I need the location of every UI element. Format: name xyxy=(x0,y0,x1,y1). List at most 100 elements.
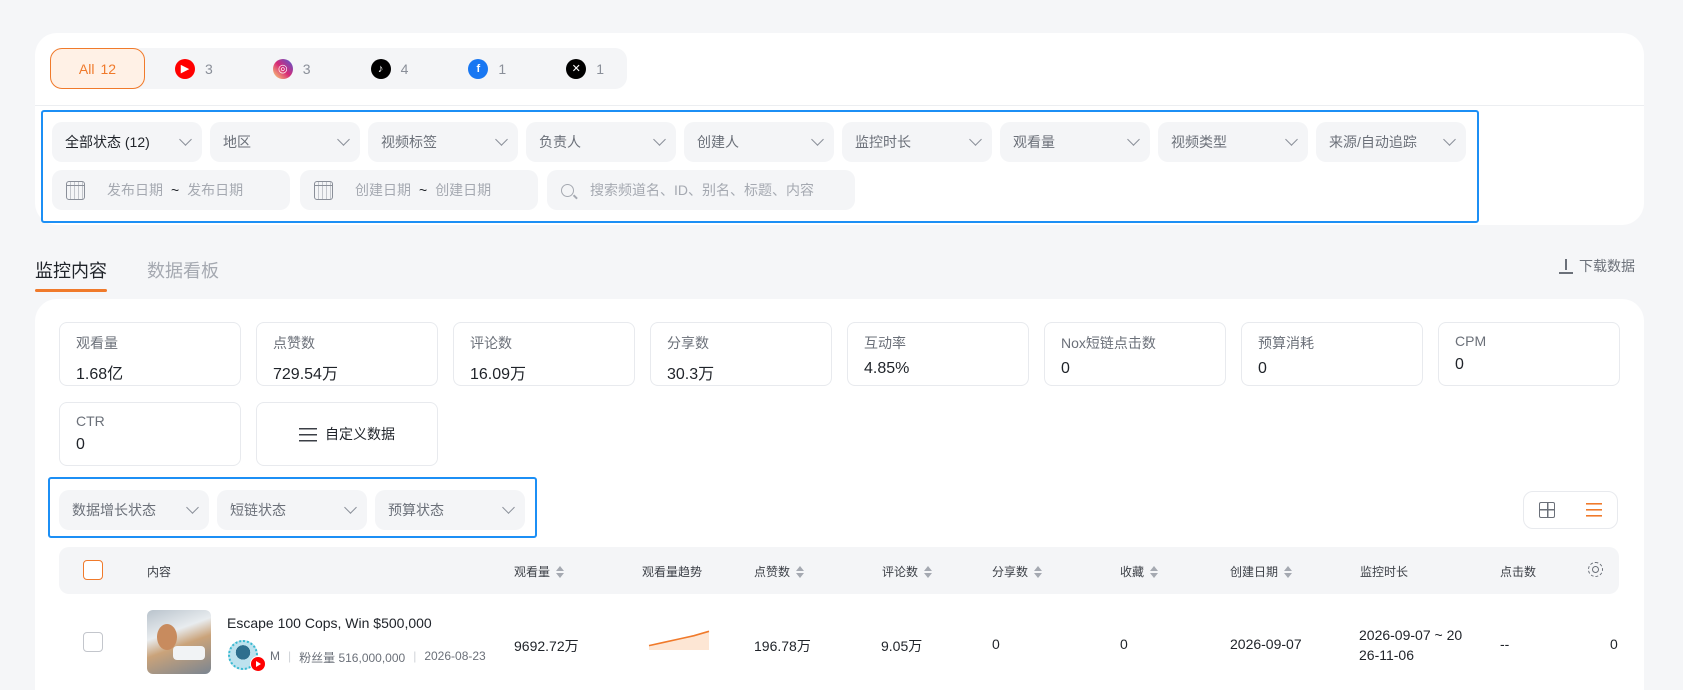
chevron-down-icon xyxy=(495,133,508,146)
youtube-icon: ▶ xyxy=(175,58,195,79)
video-tag-dropdown[interactable]: 视频标签 xyxy=(368,122,518,162)
sort-icon xyxy=(796,565,805,578)
create-date-range[interactable]: 创建日期 ~ 创建日期 xyxy=(300,170,538,210)
col-label: 点击数 xyxy=(1500,565,1537,579)
metric-value: 729.54万 xyxy=(273,366,338,383)
owner-dropdown-label: 负责人 xyxy=(539,134,581,150)
views-dropdown[interactable]: 观看量 xyxy=(1000,122,1150,162)
source-dropdown[interactable]: 来源/自动追踪 xyxy=(1316,122,1466,162)
metric-card: 评论数 16.09万 xyxy=(453,322,635,386)
platform-tab-count: 4 xyxy=(400,60,409,77)
column-settings-button[interactable] xyxy=(1588,562,1603,577)
instagram-icon: ◎ xyxy=(272,58,293,79)
create-date-start[interactable]: 创建日期 xyxy=(355,180,411,200)
platform-tab-instagram[interactable]: ◎ 3 xyxy=(272,48,311,89)
col-created[interactable]: 创建日期 xyxy=(1230,563,1293,580)
publish-date-range[interactable]: 发布日期 ~ 发布日期 xyxy=(52,170,290,210)
col-monitor-duration: 监控时长 xyxy=(1360,563,1408,580)
col-favorites[interactable]: 收藏 xyxy=(1120,563,1159,580)
sort-icon xyxy=(556,565,565,578)
row-checkbox[interactable] xyxy=(83,632,103,652)
view-toggle xyxy=(1523,491,1618,529)
metric-value: 4.85% xyxy=(864,360,910,377)
growth-status-dropdown[interactable]: 数据增长状态 xyxy=(59,490,209,530)
region-dropdown[interactable]: 地区 xyxy=(210,122,360,162)
separator: | xyxy=(288,649,292,663)
metric-label: 评论数 xyxy=(470,335,512,351)
range-separator: ~ xyxy=(419,182,428,198)
calendar-icon xyxy=(66,180,85,200)
creator-dropdown[interactable]: 创建人 xyxy=(684,122,834,162)
col-label: 分享数 xyxy=(992,565,1029,579)
tab-dashboard[interactable]: 数据看板 xyxy=(147,257,219,283)
col-label: 创建日期 xyxy=(1230,565,1279,579)
download-data-button[interactable]: 下载数据 xyxy=(1559,256,1635,276)
grid-view-button[interactable] xyxy=(1524,492,1571,528)
col-clicks: 点击数 xyxy=(1500,563,1536,580)
platform-tab-count: 12 xyxy=(100,60,117,77)
chevron-down-icon xyxy=(344,501,357,514)
platform-tab-count: 3 xyxy=(205,60,213,77)
region-dropdown-label: 地区 xyxy=(223,134,251,150)
chevron-down-icon xyxy=(811,133,824,146)
select-all-checkbox[interactable] xyxy=(83,560,103,580)
monitor-duration-dropdown[interactable]: 监控时长 xyxy=(842,122,992,162)
col-label: 内容 xyxy=(147,565,172,579)
channel-name: M xyxy=(270,649,280,663)
col-comments[interactable]: 评论数 xyxy=(882,563,933,580)
video-type-dropdown[interactable]: 视频类型 xyxy=(1158,122,1308,162)
col-likes[interactable]: 点赞数 xyxy=(754,563,805,580)
search-placeholder: 搜索频道名、ID、别名、标题、内容 xyxy=(590,182,814,198)
custom-data-label: 自定义数据 xyxy=(325,426,395,442)
cell-comments: 9.05万 xyxy=(881,638,923,654)
metric-value: 16.09万 xyxy=(470,366,527,383)
video-meta: M | 粉丝量 516,000,000 | 2026-08-23 xyxy=(270,649,486,666)
grid-icon xyxy=(1539,502,1556,518)
col-views[interactable]: 观看量 xyxy=(514,563,565,580)
platform-tab-x[interactable]: ✕ 1 xyxy=(566,48,604,89)
status-dropdown[interactable]: 全部状态 (12) xyxy=(52,122,202,162)
chevron-down-icon xyxy=(502,501,515,514)
budget-status-label: 预算状态 xyxy=(388,502,444,518)
budget-status-dropdown[interactable]: 预算状态 xyxy=(375,490,525,530)
video-title[interactable]: Escape 100 Cops, Win $500,000 xyxy=(227,615,432,631)
custom-data-button[interactable]: 自定义数据 xyxy=(256,402,438,466)
tab-monitor-content[interactable]: 监控内容 xyxy=(35,257,107,292)
metric-label: 分享数 xyxy=(667,335,709,351)
platform-tab-count: 3 xyxy=(302,60,311,77)
chevron-down-icon xyxy=(969,133,982,146)
metric-card: Nox短链点击数 0 xyxy=(1044,322,1226,386)
sort-icon xyxy=(1034,565,1043,578)
create-date-end[interactable]: 创建日期 xyxy=(435,180,491,200)
cell-clicks: -- xyxy=(1500,636,1510,652)
list-icon xyxy=(1585,503,1602,517)
list-view-button[interactable] xyxy=(1571,492,1618,528)
video-type-dropdown-label: 视频类型 xyxy=(1171,134,1227,150)
metric-card: CTR 0 xyxy=(59,402,241,466)
publish-date-end[interactable]: 发布日期 xyxy=(187,180,243,200)
cell-created: 2026-09-07 xyxy=(1230,636,1302,652)
chevron-down-icon xyxy=(1127,133,1140,146)
publish-date-start[interactable]: 发布日期 xyxy=(107,180,163,200)
sliders-icon xyxy=(299,426,317,442)
col-shares[interactable]: 分享数 xyxy=(992,563,1043,580)
owner-dropdown[interactable]: 负责人 xyxy=(526,122,676,162)
platform-tab-youtube[interactable]: ▶ 3 xyxy=(175,48,213,89)
metric-label: CTR xyxy=(76,413,105,429)
platform-tab-facebook[interactable]: f 1 xyxy=(468,48,506,89)
search-input[interactable]: 搜索频道名、ID、别名、标题、内容 xyxy=(547,170,855,210)
views-trend-sparkline xyxy=(648,630,710,650)
chevron-down-icon xyxy=(1443,133,1456,146)
metric-label: 互动率 xyxy=(864,335,906,351)
platform-tab-tiktok[interactable]: ♪ 4 xyxy=(370,48,409,89)
facebook-icon: f xyxy=(468,58,489,79)
download-label: 下载数据 xyxy=(1579,258,1635,274)
platform-tab-all[interactable]: All 12 xyxy=(50,48,145,89)
shortlink-status-dropdown[interactable]: 短链状态 xyxy=(217,490,367,530)
metric-label: 预算消耗 xyxy=(1258,335,1314,351)
video-tag-dropdown-label: 视频标签 xyxy=(381,134,437,150)
search-icon xyxy=(561,183,574,197)
video-thumbnail[interactable] xyxy=(147,610,211,674)
chevron-down-icon xyxy=(186,501,199,514)
metric-value: 0 xyxy=(76,436,85,453)
